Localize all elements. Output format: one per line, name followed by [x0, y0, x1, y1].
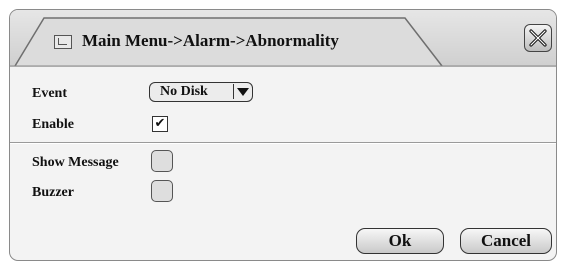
buzzer-label: Buzzer [32, 185, 74, 200]
show-message-checkbox[interactable] [151, 150, 173, 172]
buzzer-checkbox[interactable] [151, 180, 173, 202]
abnormality-dialog: Main Menu->Alarm->Abnormality Event No D… [9, 9, 557, 261]
section-divider [10, 142, 556, 144]
ok-button[interactable]: Ok [356, 228, 444, 254]
event-label: Event [32, 86, 67, 101]
event-select[interactable]: No Disk [149, 82, 253, 102]
enable-label: Enable [32, 117, 75, 132]
close-x-icon [529, 29, 547, 47]
page-title: Main Menu->Alarm->Abnormality [82, 31, 339, 50]
title-bar: Main Menu->Alarm->Abnormality [10, 10, 556, 67]
cancel-button[interactable]: Cancel [460, 228, 552, 254]
close-button[interactable] [524, 24, 552, 52]
enable-checkbox[interactable]: ✔ [152, 116, 168, 132]
dropdown-arrow-icon[interactable] [233, 84, 251, 99]
show-message-label: Show Message [32, 155, 119, 170]
window-icon [54, 35, 72, 49]
checkmark-icon: ✔ [154, 116, 166, 131]
event-select-value: No Disk [160, 84, 208, 99]
